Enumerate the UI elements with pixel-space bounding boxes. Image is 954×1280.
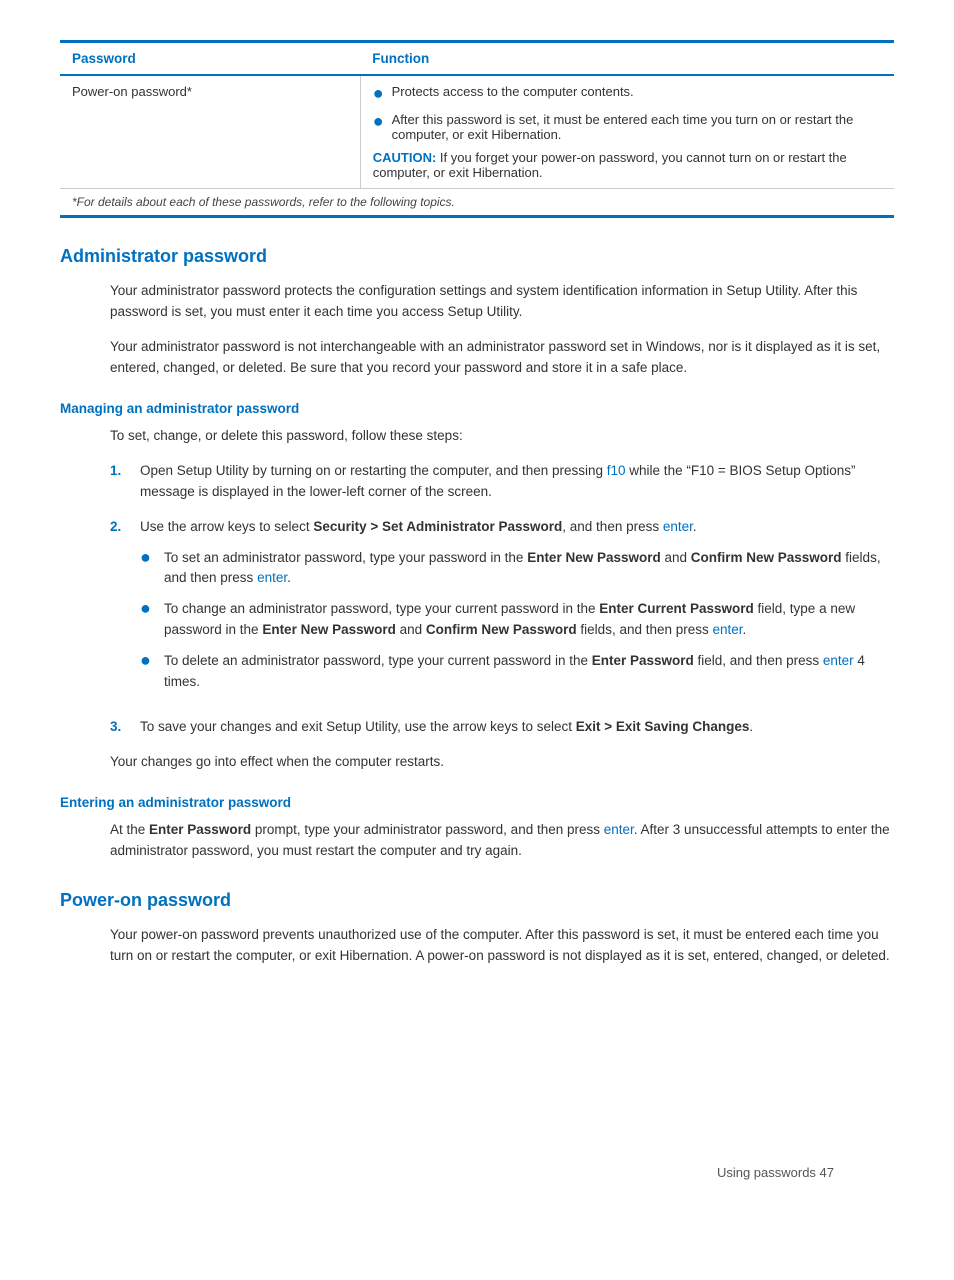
sub1-text-after: .	[287, 570, 291, 585]
footer-text: Using passwords 47	[717, 1165, 834, 1180]
step-2-text-after: .	[693, 519, 697, 534]
step-3-bold1: Exit > Exit Saving Changes	[576, 719, 750, 734]
entering-heading: Entering an administrator password	[60, 795, 894, 810]
entering-text-before: At the	[110, 822, 149, 837]
sub-item-2-text: To change an administrator password, typ…	[164, 599, 894, 641]
table-header-function: Function	[360, 42, 894, 76]
sub3-link-enter: enter	[823, 653, 854, 668]
sub2-bold2: Enter New Password	[262, 622, 396, 637]
managing-heading: Managing an administrator password	[60, 401, 894, 416]
sub3-bold1: Enter Password	[592, 653, 694, 668]
step-1-content: Open Setup Utility by turning on or rest…	[140, 461, 894, 503]
sub1-text-middle: and	[661, 550, 691, 565]
step-3: 3. To save your changes and exit Setup U…	[110, 717, 894, 738]
sub-item-1: ● To set an administrator password, type…	[140, 548, 894, 590]
list-item: ● After this password is set, it must be…	[373, 112, 882, 142]
bullet-icon: ●	[373, 109, 384, 134]
power-on-heading: Power-on password	[60, 890, 894, 911]
entering-text: At the Enter Password prompt, type your …	[110, 820, 894, 862]
footnote-cell: *For details about each of these passwor…	[60, 189, 894, 217]
sub-bullet-icon: ●	[140, 596, 156, 621]
managing-closing: Your changes go into effect when the com…	[110, 752, 894, 773]
admin-password-para2: Your administrator password is not inter…	[110, 337, 894, 379]
table-header-password: Password	[60, 42, 360, 76]
sub3-text-before: To delete an administrator password, typ…	[164, 653, 592, 668]
sub2-bold3: Confirm New Password	[426, 622, 577, 637]
function-cell: ● Protects access to the computer conten…	[360, 75, 894, 189]
sub-item-3-text: To delete an administrator password, typ…	[164, 651, 894, 693]
entering-link-enter: enter	[604, 822, 634, 837]
sub-item-1-text: To set an administrator password, type y…	[164, 548, 894, 590]
step-3-text-before: To save your changes and exit Setup Util…	[140, 719, 576, 734]
table-row: Power-on password* ● Protects access to …	[60, 75, 894, 189]
admin-password-para1: Your administrator password protects the…	[110, 281, 894, 323]
password-table: Password Function Power-on password* ● P…	[60, 40, 894, 218]
step-2-text-before: Use the arrow keys to select	[140, 519, 313, 534]
caution-block: CAUTION: If you forget your power-on pas…	[373, 150, 882, 180]
step-1-link-f10: f10	[607, 463, 626, 478]
admin-password-heading: Administrator password	[60, 246, 894, 267]
step-1-num: 1.	[110, 461, 140, 482]
sub-bullet-icon: ●	[140, 545, 156, 570]
step-3-text-after: .	[749, 719, 753, 734]
list-item: ● Protects access to the computer conten…	[373, 84, 882, 106]
managing-intro: To set, change, or delete this password,…	[110, 426, 894, 447]
sub1-link-enter: enter	[257, 570, 287, 585]
step-3-content: To save your changes and exit Setup Util…	[140, 717, 894, 738]
function-list: ● Protects access to the computer conten…	[373, 84, 882, 142]
sub1-bold1: Enter New Password	[527, 550, 661, 565]
entering-bold1: Enter Password	[149, 822, 251, 837]
steps-list: 1. Open Setup Utility by turning on or r…	[110, 461, 894, 738]
sub-item-3: ● To delete an administrator password, t…	[140, 651, 894, 693]
step-2-text-middle: , and then press	[562, 519, 663, 534]
page-footer: Using passwords 47	[717, 1165, 834, 1180]
footnote-row: *For details about each of these passwor…	[60, 189, 894, 217]
sub2-text-after: .	[743, 622, 747, 637]
sub2-bold1: Enter Current Password	[599, 601, 754, 616]
password-cell: Power-on password*	[60, 75, 360, 189]
power-on-para: Your power-on password prevents unauthor…	[110, 925, 894, 967]
entering-text-middle: prompt, type your administrator password…	[251, 822, 604, 837]
step-2-sub-list: ● To set an administrator password, type…	[140, 548, 894, 694]
function-text-1: Protects access to the computer contents…	[392, 84, 634, 99]
sub1-text-before: To set an administrator password, type y…	[164, 550, 527, 565]
step-1: 1. Open Setup Utility by turning on or r…	[110, 461, 894, 503]
function-text-2: After this password is set, it must be e…	[392, 112, 882, 142]
step-2-num: 2.	[110, 517, 140, 538]
step-2-content: Use the arrow keys to select Security > …	[140, 517, 894, 703]
sub-bullet-icon: ●	[140, 648, 156, 673]
sub2-text-middle3: fields, and then press	[577, 622, 713, 637]
step-2: 2. Use the arrow keys to select Security…	[110, 517, 894, 703]
caution-text: If you forget your power-on password, yo…	[373, 150, 847, 180]
step-3-num: 3.	[110, 717, 140, 738]
sub2-link-enter: enter	[713, 622, 743, 637]
step-1-text-before: Open Setup Utility by turning on or rest…	[140, 463, 607, 478]
sub2-text-before: To change an administrator password, typ…	[164, 601, 599, 616]
sub1-bold2: Confirm New Password	[691, 550, 842, 565]
sub-item-2: ● To change an administrator password, t…	[140, 599, 894, 641]
caution-label: CAUTION:	[373, 150, 440, 165]
sub3-text-middle: field, and then press	[694, 653, 823, 668]
bullet-icon: ●	[373, 81, 384, 106]
sub2-text-middle2: and	[396, 622, 426, 637]
step-2-link-enter: enter	[663, 519, 693, 534]
step-2-bold1: Security > Set Administrator Password	[313, 519, 562, 534]
